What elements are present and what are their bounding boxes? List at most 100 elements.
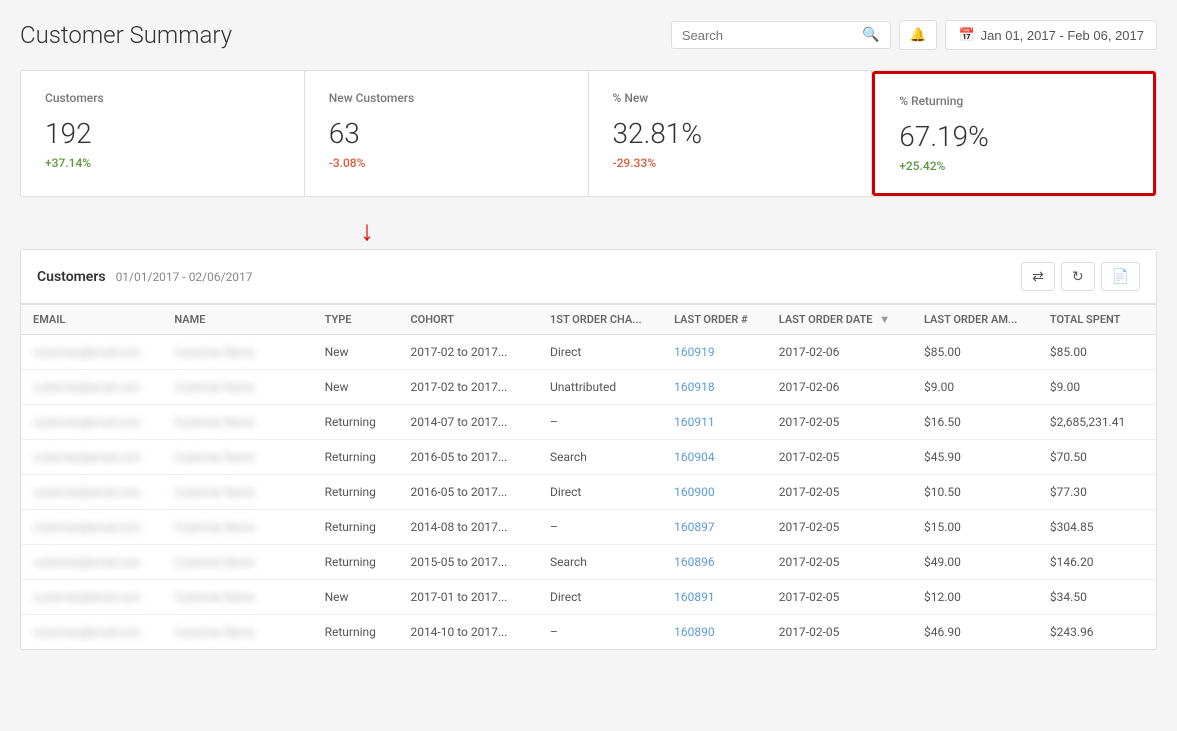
stat-new-customers-label: New Customers xyxy=(329,91,564,105)
order-link[interactable]: 160918 xyxy=(674,380,714,394)
cell-last-order-date: 2017-02-05 xyxy=(767,475,912,510)
order-link[interactable]: 160890 xyxy=(674,625,714,639)
order-link[interactable]: 160891 xyxy=(674,590,714,604)
cell-total-spent: $9.00 xyxy=(1038,370,1156,405)
sort-desc-icon: ▼ xyxy=(879,313,890,326)
table-row: customer@email.com Customer Name New 201… xyxy=(21,335,1156,370)
stat-customers-value: 192 xyxy=(45,117,280,150)
stat-customers-change: +37.14% xyxy=(45,156,280,170)
cell-type: Returning xyxy=(313,475,399,510)
th-last-order-am[interactable]: LAST ORDER AM... xyxy=(912,305,1038,335)
order-link[interactable]: 160904 xyxy=(674,450,714,464)
cell-last-order-num: 160918 xyxy=(662,370,767,405)
notifications-button[interactable]: 🔔 xyxy=(899,20,938,50)
cell-email: customer@email.com xyxy=(21,545,162,580)
page-header: Customer Summary 🔍 🔔 📅 Jan 01, 2017 - Fe… xyxy=(20,20,1157,50)
cell-name: Customer Name xyxy=(162,335,312,370)
cell-total-spent: $146.20 xyxy=(1038,545,1156,580)
th-1st-order[interactable]: 1ST ORDER CHA... xyxy=(538,305,662,335)
cell-last-order-num: 160904 xyxy=(662,440,767,475)
page: Customer Summary 🔍 🔔 📅 Jan 01, 2017 - Fe… xyxy=(0,0,1177,731)
cell-last-order-am: $45.90 xyxy=(912,440,1038,475)
cell-name: Customer Name xyxy=(162,510,312,545)
columns-button[interactable]: ⇄ xyxy=(1021,262,1055,291)
cell-type: Returning xyxy=(313,440,399,475)
cell-email: customer@email.com xyxy=(21,370,162,405)
cell-total-spent: $243.96 xyxy=(1038,615,1156,650)
cell-cohort: 2017-02 to 2017... xyxy=(398,370,538,405)
cell-last-order-date: 2017-02-06 xyxy=(767,370,912,405)
cell-cohort: 2017-01 to 2017... xyxy=(398,580,538,615)
search-input[interactable] xyxy=(682,28,863,43)
cell-type: Returning xyxy=(313,545,399,580)
table-row: customer@email.com Customer Name Returni… xyxy=(21,475,1156,510)
cell-email: customer@email.com xyxy=(21,475,162,510)
cell-last-order-am: $49.00 xyxy=(912,545,1038,580)
cell-first-order: Direct xyxy=(538,475,662,510)
th-email[interactable]: EMAIL xyxy=(21,305,162,335)
cell-last-order-am: $12.00 xyxy=(912,580,1038,615)
order-link[interactable]: 160900 xyxy=(674,485,714,499)
table-actions: ⇄ ↻ 📄 xyxy=(1021,262,1140,291)
cell-email: customer@email.com xyxy=(21,580,162,615)
refresh-button[interactable]: ↻ xyxy=(1061,262,1095,291)
cell-type: Returning xyxy=(313,405,399,440)
stat-pct-returning: % Returning 67.19% +25.42% xyxy=(872,71,1156,196)
order-link[interactable]: 160911 xyxy=(674,415,714,429)
cell-first-order: Direct xyxy=(538,335,662,370)
stat-customers-label: Customers xyxy=(45,91,280,105)
th-name[interactable]: NAME xyxy=(162,305,312,335)
order-link[interactable]: 160897 xyxy=(674,520,714,534)
cell-last-order-date: 2017-02-05 xyxy=(767,440,912,475)
cell-last-order-date: 2017-02-05 xyxy=(767,615,912,650)
cell-total-spent: $34.50 xyxy=(1038,580,1156,615)
cell-last-order-num: 160911 xyxy=(662,405,767,440)
cell-last-order-date: 2017-02-05 xyxy=(767,580,912,615)
table-row: customer@email.com Customer Name New 201… xyxy=(21,370,1156,405)
cell-total-spent: $70.50 xyxy=(1038,440,1156,475)
cell-last-order-num: 160897 xyxy=(662,510,767,545)
cell-cohort: 2016-05 to 2017... xyxy=(398,475,538,510)
cell-first-order: – xyxy=(538,510,662,545)
search-icon[interactable]: 🔍 xyxy=(862,27,879,43)
stat-pct-new: % New 32.81% -29.33% xyxy=(589,71,873,196)
cell-first-order: Search xyxy=(538,440,662,475)
cell-last-order-date: 2017-02-05 xyxy=(767,405,912,440)
stat-pct-new-change: -29.33% xyxy=(613,156,848,170)
table-row: customer@email.com Customer Name Returni… xyxy=(21,545,1156,580)
export-button[interactable]: 📄 xyxy=(1101,262,1140,291)
cell-last-order-date: 2017-02-05 xyxy=(767,510,912,545)
th-total-spent[interactable]: TOTAL SPENT xyxy=(1038,305,1156,335)
date-range-button[interactable]: 📅 Jan 01, 2017 - Feb 06, 2017 xyxy=(945,20,1157,50)
table-row: customer@email.com Customer Name Returni… xyxy=(21,510,1156,545)
th-last-order-num[interactable]: LAST ORDER # xyxy=(662,305,767,335)
stat-new-customers-change: -3.08% xyxy=(329,156,564,170)
cell-cohort: 2015-05 to 2017... xyxy=(398,545,538,580)
cell-name: Customer Name xyxy=(162,370,312,405)
cell-name: Customer Name xyxy=(162,545,312,580)
table-row: customer@email.com Customer Name Returni… xyxy=(21,405,1156,440)
cell-email: customer@email.com xyxy=(21,440,162,475)
cell-total-spent: $85.00 xyxy=(1038,335,1156,370)
table-section: Customers 01/01/2017 - 02/06/2017 ⇄ ↻ 📄 … xyxy=(20,249,1157,650)
cell-last-order-num: 160891 xyxy=(662,580,767,615)
th-cohort[interactable]: COHORT xyxy=(398,305,538,335)
cell-cohort: 2014-10 to 2017... xyxy=(398,615,538,650)
stat-pct-returning-change: +25.42% xyxy=(899,159,1129,173)
order-link[interactable]: 160919 xyxy=(674,345,714,359)
cell-last-order-num: 160900 xyxy=(662,475,767,510)
cell-email: customer@email.com xyxy=(21,335,162,370)
stats-row: Customers 192 +37.14% New Customers 63 -… xyxy=(20,70,1157,197)
cell-first-order: – xyxy=(538,405,662,440)
th-type[interactable]: TYPE xyxy=(313,305,399,335)
cell-type: Returning xyxy=(313,510,399,545)
cell-name: Customer Name xyxy=(162,580,312,615)
stat-new-customers-value: 63 xyxy=(329,117,564,150)
page-title: Customer Summary xyxy=(20,21,232,49)
th-last-order-date[interactable]: LAST ORDER DATE ▼ xyxy=(767,305,912,335)
cell-cohort: 2016-05 to 2017... xyxy=(398,440,538,475)
search-box[interactable]: 🔍 xyxy=(671,21,891,49)
order-link[interactable]: 160896 xyxy=(674,555,714,569)
cell-cohort: 2017-02 to 2017... xyxy=(398,335,538,370)
cell-last-order-am: $15.00 xyxy=(912,510,1038,545)
